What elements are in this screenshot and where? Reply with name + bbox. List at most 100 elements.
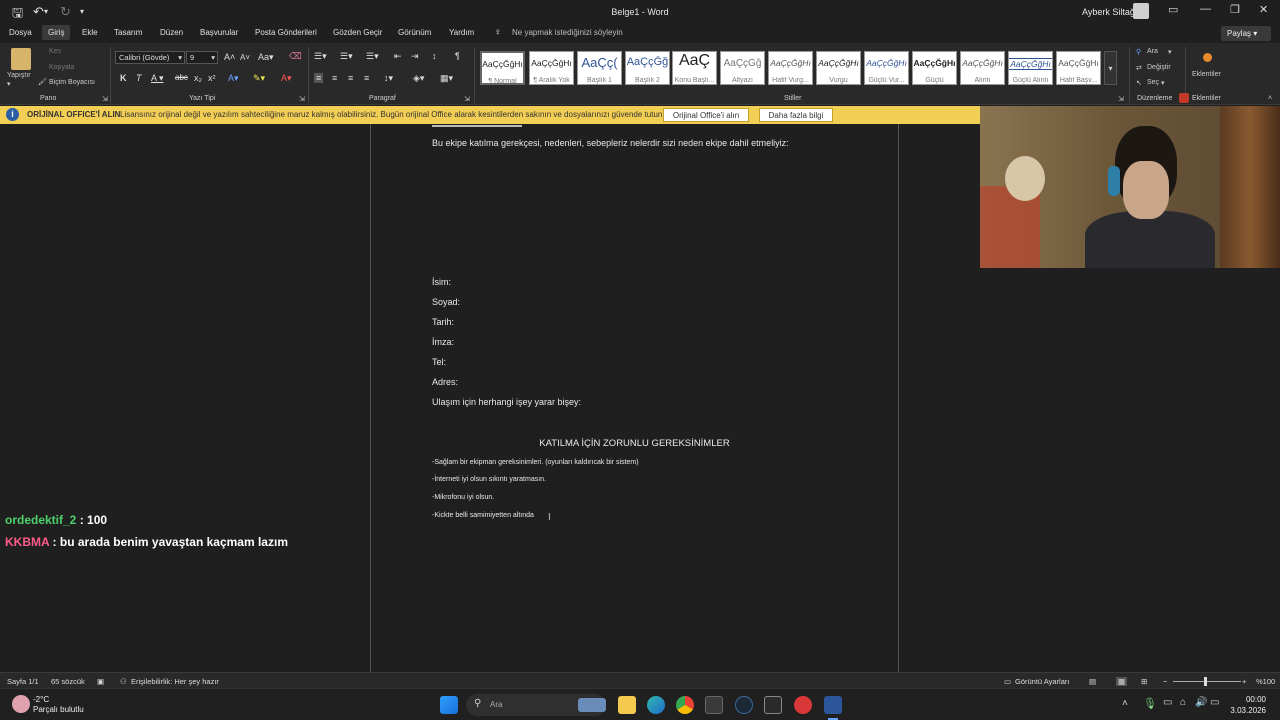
doc-heading[interactable]: KATILMA İÇİN ZORUNLU GEREKSİNİMLER <box>370 438 899 449</box>
word-icon[interactable] <box>824 696 842 714</box>
find-icon[interactable]: ⚲ <box>1136 48 1141 56</box>
doc-contact-line[interactable]: Ulaşım için herhangi işey yarar bişey: <box>432 397 581 407</box>
battery-icon[interactable]: ▭ <box>1210 697 1219 708</box>
style-title[interactable]: AaÇ Konu Başlı... <box>672 51 717 85</box>
accessibility-status[interactable]: Erişilebilirlik: Her şey hazır <box>131 677 219 686</box>
find-button[interactable]: Ara <box>1147 48 1158 55</box>
addins-button[interactable]: Eklentiler <box>1192 71 1221 78</box>
paragraph-launcher-icon[interactable]: ⇲ <box>464 95 470 103</box>
clipboard-icon[interactable] <box>11 48 31 70</box>
avatar[interactable] <box>1133 3 1149 19</box>
clipboard-launcher-icon[interactable]: ⇲ <box>102 95 108 103</box>
zoom-out-icon[interactable]: − <box>1163 677 1167 686</box>
doc-requirement-2[interactable]: -İnterneti iyi olsun sıkıntı yaratmasın. <box>432 476 546 483</box>
borders-icon[interactable]: ▦▾ <box>440 73 453 84</box>
doc-field-name[interactable]: İsim: <box>432 277 451 287</box>
style-subtle-reference[interactable]: AaÇçĞğHı Hafif Başv... <box>1056 51 1101 85</box>
doc-requirement-1[interactable]: -Sağlam bir ekipman gereksinimleri. (oyu… <box>432 459 639 466</box>
numbering-icon[interactable]: ☰▾ <box>340 51 353 62</box>
weather-icon[interactable] <box>12 695 30 713</box>
tell-me-search[interactable]: Ne yapmak istediğinizi söyleyin <box>512 28 623 37</box>
tab-gozden-gecir[interactable]: Gözden Geçir <box>333 28 382 37</box>
restore-icon[interactable]: ❐ <box>1230 3 1240 16</box>
weather-temperature[interactable]: -2°C <box>33 695 49 704</box>
font-size-select[interactable]: 9 ▾ <box>186 51 218 64</box>
zoom-in-icon[interactable]: + <box>1242 677 1246 686</box>
style-quote[interactable]: AaÇçĞğHı Alıntı <box>960 51 1005 85</box>
superscript-icon[interactable]: x² <box>208 73 216 83</box>
display-settings-button[interactable]: Görüntü Ayarları <box>1015 677 1069 686</box>
accessibility-icon[interactable]: ⚇ <box>120 677 127 686</box>
network-icon[interactable]: ⌂ <box>1180 697 1186 708</box>
multilevel-list-icon[interactable]: ☰▾ <box>366 51 379 62</box>
italic-icon[interactable]: T <box>136 73 142 83</box>
file-explorer-icon[interactable] <box>618 696 636 714</box>
cut-button[interactable]: Kes <box>49 48 61 55</box>
tray-overflow-icon[interactable]: ˄ <box>1122 698 1128 709</box>
styles-launcher-icon[interactable]: ⇲ <box>1118 95 1124 103</box>
zoom-slider[interactable] <box>1173 681 1241 682</box>
doc-field-date[interactable]: Tarih: <box>432 317 454 327</box>
paste-dropdown-icon[interactable]: ▾ <box>7 80 11 88</box>
subscript-icon[interactable]: x₂ <box>194 73 202 83</box>
doc-requirement-3[interactable]: -Mikrofonu iyi olsun. <box>432 494 494 501</box>
clock-time[interactable]: 00:00 <box>1226 695 1266 704</box>
ribbon-display-icon[interactable]: ▭ <box>1168 3 1178 16</box>
find-dropdown-icon[interactable]: ▾ <box>1168 48 1172 56</box>
copy-button[interactable]: Kopyala <box>49 64 74 71</box>
replace-icon[interactable]: ⇄ <box>1136 64 1142 72</box>
word-count[interactable]: 65 sözcük <box>51 677 85 686</box>
clock-date[interactable]: 3.03.2026 <box>1222 706 1266 715</box>
tab-basvurular[interactable]: Başvurular <box>200 28 238 37</box>
doc-question[interactable]: Bu ekipe katılma gerekçesi, nedenleri, s… <box>432 138 789 148</box>
page-count[interactable]: Sayfa 1/1 <box>7 677 39 686</box>
shrink-font-icon[interactable]: A˅ <box>240 53 250 62</box>
shading-icon[interactable]: ◈▾ <box>413 73 424 84</box>
zoom-slider-thumb[interactable] <box>1204 677 1207 686</box>
addin-logo-icon[interactable] <box>1179 93 1189 103</box>
bullets-icon[interactable]: ☰▾ <box>314 51 327 62</box>
align-center-icon[interactable]: ≡ <box>332 73 337 83</box>
highlight-icon[interactable]: ✎▾ <box>253 73 265 84</box>
microphone-icon[interactable]: 🎙 <box>1143 697 1157 710</box>
style-heading-1[interactable]: AaÇç(Başlık 1 <box>577 51 622 85</box>
font-color-icon[interactable]: A▾ <box>281 73 292 84</box>
bold-icon[interactable]: K <box>120 73 127 83</box>
styles-more-button[interactable]: ▾ <box>1104 51 1117 85</box>
select-button[interactable]: Seç <box>1147 79 1159 86</box>
focus-mode-icon[interactable]: ▤ <box>1089 677 1096 686</box>
format-painter-button[interactable]: Biçim Boyacısı <box>49 79 95 86</box>
select-dropdown-icon[interactable]: ▾ <box>1161 79 1165 87</box>
volume-icon[interactable]: 🔊 <box>1195 697 1207 708</box>
style-emphasis[interactable]: AaÇçĞğHı Vurgu <box>816 51 861 85</box>
style-intense-emphasis[interactable]: AaÇçĞğHı Güçlü Vur... <box>864 51 909 85</box>
justify-icon[interactable]: ≡ <box>364 73 369 83</box>
tab-tasarim[interactable]: Tasarım <box>114 28 142 37</box>
change-case-icon[interactable]: Aa▾ <box>258 52 274 63</box>
doc-field-signature[interactable]: İmza: <box>432 337 454 347</box>
clear-formatting-icon[interactable]: ⌫ <box>289 51 302 62</box>
paste-button[interactable]: Yapıştır <box>7 72 31 79</box>
align-right-icon[interactable]: ≡ <box>348 73 353 83</box>
underline-icon[interactable]: A ▾ <box>151 73 164 84</box>
close-icon[interactable]: ✕ <box>1259 3 1268 16</box>
replace-button[interactable]: Değiştir <box>1147 64 1171 71</box>
style-strong[interactable]: AaÇçĞğHı Güçlü <box>912 51 957 85</box>
show-marks-icon[interactable]: ¶ <box>455 51 460 61</box>
tab-ekle[interactable]: Ekle <box>82 28 98 37</box>
sort-icon[interactable]: ↕ <box>432 51 437 61</box>
font-family-select[interactable]: Calibri (Gövde) ▾ <box>115 51 185 64</box>
print-layout-icon[interactable]: ▦ <box>1116 677 1128 686</box>
search-highlight-icon[interactable] <box>578 698 606 712</box>
learn-more-button[interactable]: Daha fazla bilgi <box>759 108 833 122</box>
minimize-icon[interactable]: — <box>1200 3 1211 15</box>
weather-description[interactable]: Parçalı bulutlu <box>33 705 84 714</box>
doc-field-phone[interactable]: Tel: <box>432 357 446 367</box>
decrease-indent-icon[interactable]: ⇤ <box>394 51 402 62</box>
app-red-icon[interactable] <box>794 696 812 714</box>
doc-field-address[interactable]: Adres: <box>432 377 458 387</box>
style-heading-2[interactable]: AaÇçĞğ Başlık 2 <box>625 51 670 85</box>
tab-gorunum[interactable]: Görünüm <box>398 28 431 37</box>
tab-posta[interactable]: Posta Gönderileri <box>255 28 317 37</box>
get-office-button[interactable]: Orijinal Office'i alın <box>663 108 749 122</box>
